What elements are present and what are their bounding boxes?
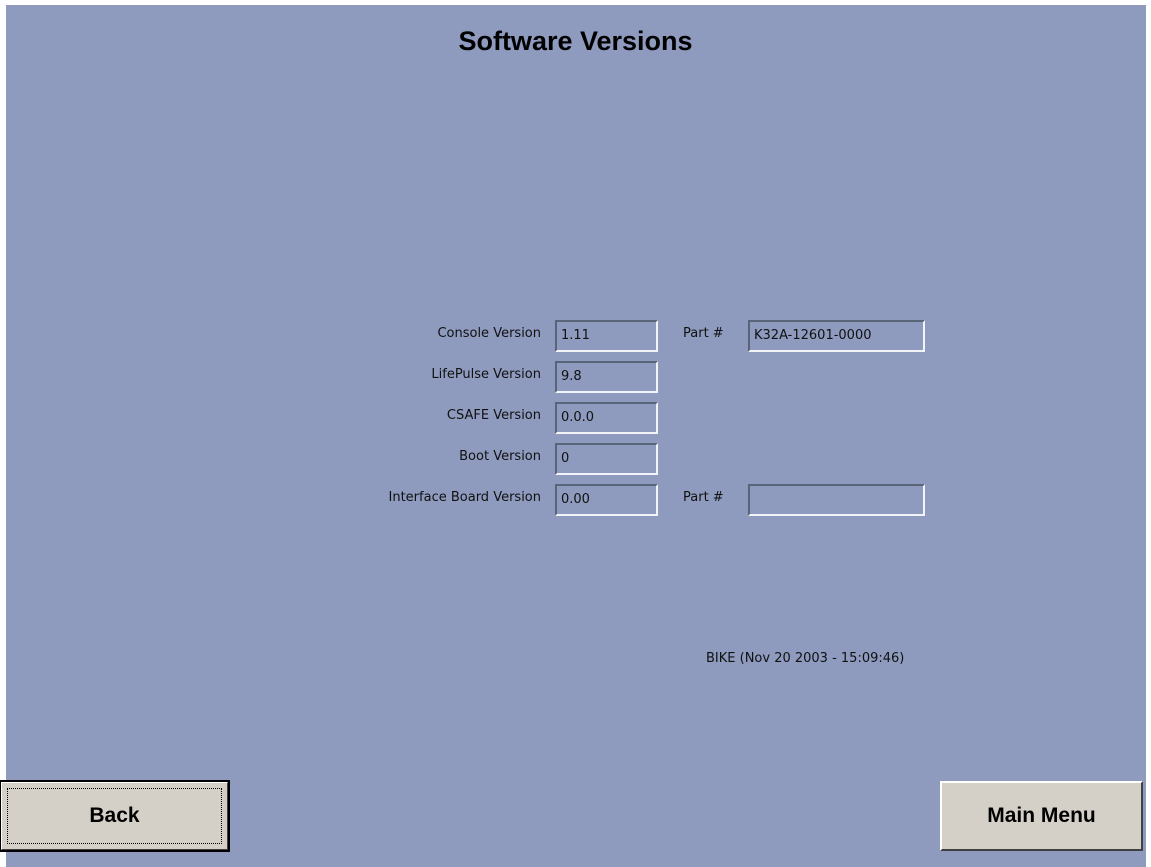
build-info-text: BIKE (Nov 20 2003 - 15:09:46) [706, 651, 905, 666]
boot-version-label: Boot Version [459, 449, 541, 464]
frame-top-border [0, 0, 1151, 5]
csafe-version-field: 0.0.0 [555, 402, 658, 434]
console-part-number-field: K32A-12601-0000 [748, 320, 925, 352]
software-versions-screen: Software Versions Console Version 1.11 P… [0, 0, 1151, 867]
interface-board-part-number-field [748, 484, 925, 516]
main-menu-button[interactable]: Main Menu [940, 781, 1143, 851]
console-version-field: 1.11 [555, 320, 658, 352]
lifepulse-version-label: LifePulse Version [431, 367, 541, 382]
back-button[interactable]: Back [0, 780, 230, 852]
back-button-label: Back [89, 804, 140, 827]
console-part-label: Part # [683, 326, 724, 341]
boot-version-field: 0 [555, 443, 658, 475]
main-menu-button-label: Main Menu [987, 804, 1096, 827]
frame-left-border [0, 0, 6, 867]
interface-board-part-label: Part # [683, 490, 724, 505]
page-title: Software Versions [458, 26, 693, 56]
lifepulse-version-field: 9.8 [555, 361, 658, 393]
csafe-version-label: CSAFE Version [446, 408, 541, 423]
console-version-label: Console Version [437, 326, 541, 341]
frame-right-border [1146, 0, 1151, 867]
interface-board-version-label: Interface Board Version [388, 490, 541, 505]
interface-board-version-field: 0.00 [555, 484, 658, 516]
